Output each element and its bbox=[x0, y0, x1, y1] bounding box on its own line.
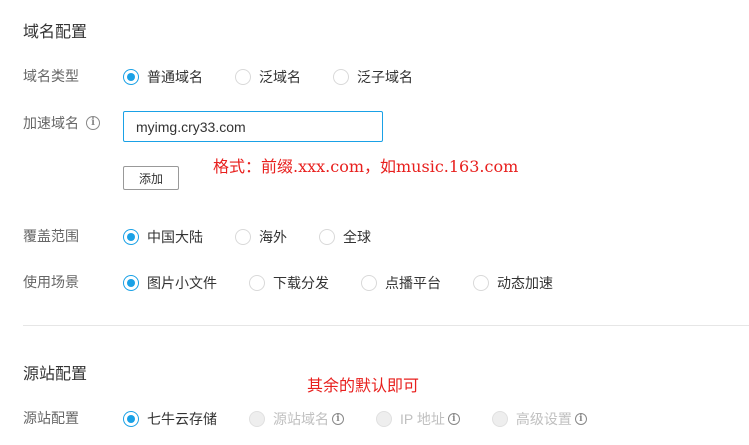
radio-small-image-files[interactable]: 图片小文件 bbox=[123, 273, 217, 293]
accel-domain-label-text: 加速域名 bbox=[23, 115, 79, 131]
origin-config-title: 源站配置 bbox=[23, 366, 88, 383]
radio-circle bbox=[235, 69, 251, 85]
radio-mainland-china[interactable]: 中国大陆 bbox=[123, 227, 203, 247]
radio-vod-platform[interactable]: 点播平台 bbox=[361, 273, 441, 293]
radio-label: 下载分发 bbox=[273, 275, 329, 291]
coverage-radio-group: 中国大陆 海外 全球 bbox=[123, 227, 371, 247]
radio-label: 中国大陆 bbox=[147, 229, 203, 245]
radio-label: 高级设置 bbox=[515, 411, 572, 427]
radio-label: 全球 bbox=[343, 229, 371, 245]
radio-label: IP 地址 bbox=[400, 411, 445, 427]
radio-circle bbox=[333, 69, 349, 85]
domain-type-label-text: 域名类型 bbox=[23, 68, 79, 84]
section-divider bbox=[23, 325, 749, 326]
radio-wildcard-subdomain[interactable]: 泛子域名 bbox=[333, 67, 413, 87]
radio-circle bbox=[123, 229, 139, 245]
radio-circle bbox=[123, 411, 139, 427]
radio-label: 普通域名 bbox=[147, 69, 203, 85]
domain-config-title: 域名配置 bbox=[23, 24, 88, 41]
radio-origin-domain[interactable]: 源站域名 i bbox=[249, 409, 344, 429]
radio-label: 源站域名 bbox=[273, 411, 329, 427]
domain-type-radio-group: 普通域名 泛域名 泛子域名 bbox=[123, 67, 413, 87]
format-annotation: 格式：前缀.xxx.com，如music.163.com bbox=[213, 157, 519, 176]
radio-circle bbox=[235, 229, 251, 245]
radio-label: 图片小文件 bbox=[147, 275, 217, 291]
default-annotation: 其余的默认即可 bbox=[307, 376, 420, 395]
radio-wildcard-domain[interactable]: 泛域名 bbox=[235, 67, 301, 87]
radio-circle bbox=[319, 229, 335, 245]
radio-dynamic-acceleration[interactable]: 动态加速 bbox=[473, 273, 553, 293]
radio-circle bbox=[123, 275, 139, 291]
radio-overseas[interactable]: 海外 bbox=[235, 227, 287, 247]
radio-normal-domain[interactable]: 普通域名 bbox=[123, 67, 203, 87]
origin-radio-group: 七牛云存储 源站域名 i IP 地址 i 高级设置 i bbox=[123, 409, 587, 429]
coverage-label-text: 覆盖范围 bbox=[23, 228, 79, 244]
radio-label: 点播平台 bbox=[385, 275, 441, 291]
radio-global[interactable]: 全球 bbox=[319, 227, 371, 247]
radio-label: 泛子域名 bbox=[357, 69, 413, 85]
radio-circle bbox=[249, 275, 265, 291]
domain-type-label: 域名类型 bbox=[23, 66, 79, 86]
radio-label: 动态加速 bbox=[497, 275, 553, 291]
radio-download-distribution[interactable]: 下载分发 bbox=[249, 273, 329, 293]
radio-circle bbox=[361, 275, 377, 291]
info-circle-icon[interactable]: i bbox=[447, 413, 460, 425]
origin-label: 源站配置 bbox=[23, 408, 79, 428]
radio-circle bbox=[491, 411, 508, 427]
scenario-radio-group: 图片小文件 下载分发 点播平台 动态加速 bbox=[123, 273, 553, 293]
scenario-label: 使用场景 bbox=[23, 272, 79, 292]
radio-circle bbox=[123, 69, 139, 85]
radio-circle bbox=[376, 411, 392, 427]
radio-circle bbox=[249, 411, 265, 427]
radio-label: 海外 bbox=[259, 229, 287, 245]
info-circle-icon[interactable]: i bbox=[574, 413, 587, 425]
add-domain-button[interactable]: 添加 bbox=[123, 166, 179, 190]
radio-qiniu-storage[interactable]: 七牛云存储 bbox=[123, 409, 217, 429]
radio-label: 泛域名 bbox=[259, 69, 301, 85]
info-circle-icon[interactable]: i bbox=[332, 413, 344, 425]
coverage-label: 覆盖范围 bbox=[23, 226, 79, 246]
scenario-label-text: 使用场景 bbox=[23, 274, 79, 290]
radio-label: 七牛云存储 bbox=[147, 411, 217, 427]
radio-ip-address[interactable]: IP 地址 i bbox=[376, 409, 460, 429]
accel-domain-label: 加速域名 i bbox=[23, 113, 100, 133]
accel-domain-input[interactable] bbox=[123, 111, 383, 142]
radio-advanced-settings[interactable]: 高级设置 i bbox=[491, 409, 587, 429]
info-circle-icon[interactable]: i bbox=[86, 116, 100, 130]
radio-circle bbox=[473, 275, 489, 291]
origin-label-text: 源站配置 bbox=[23, 410, 79, 426]
